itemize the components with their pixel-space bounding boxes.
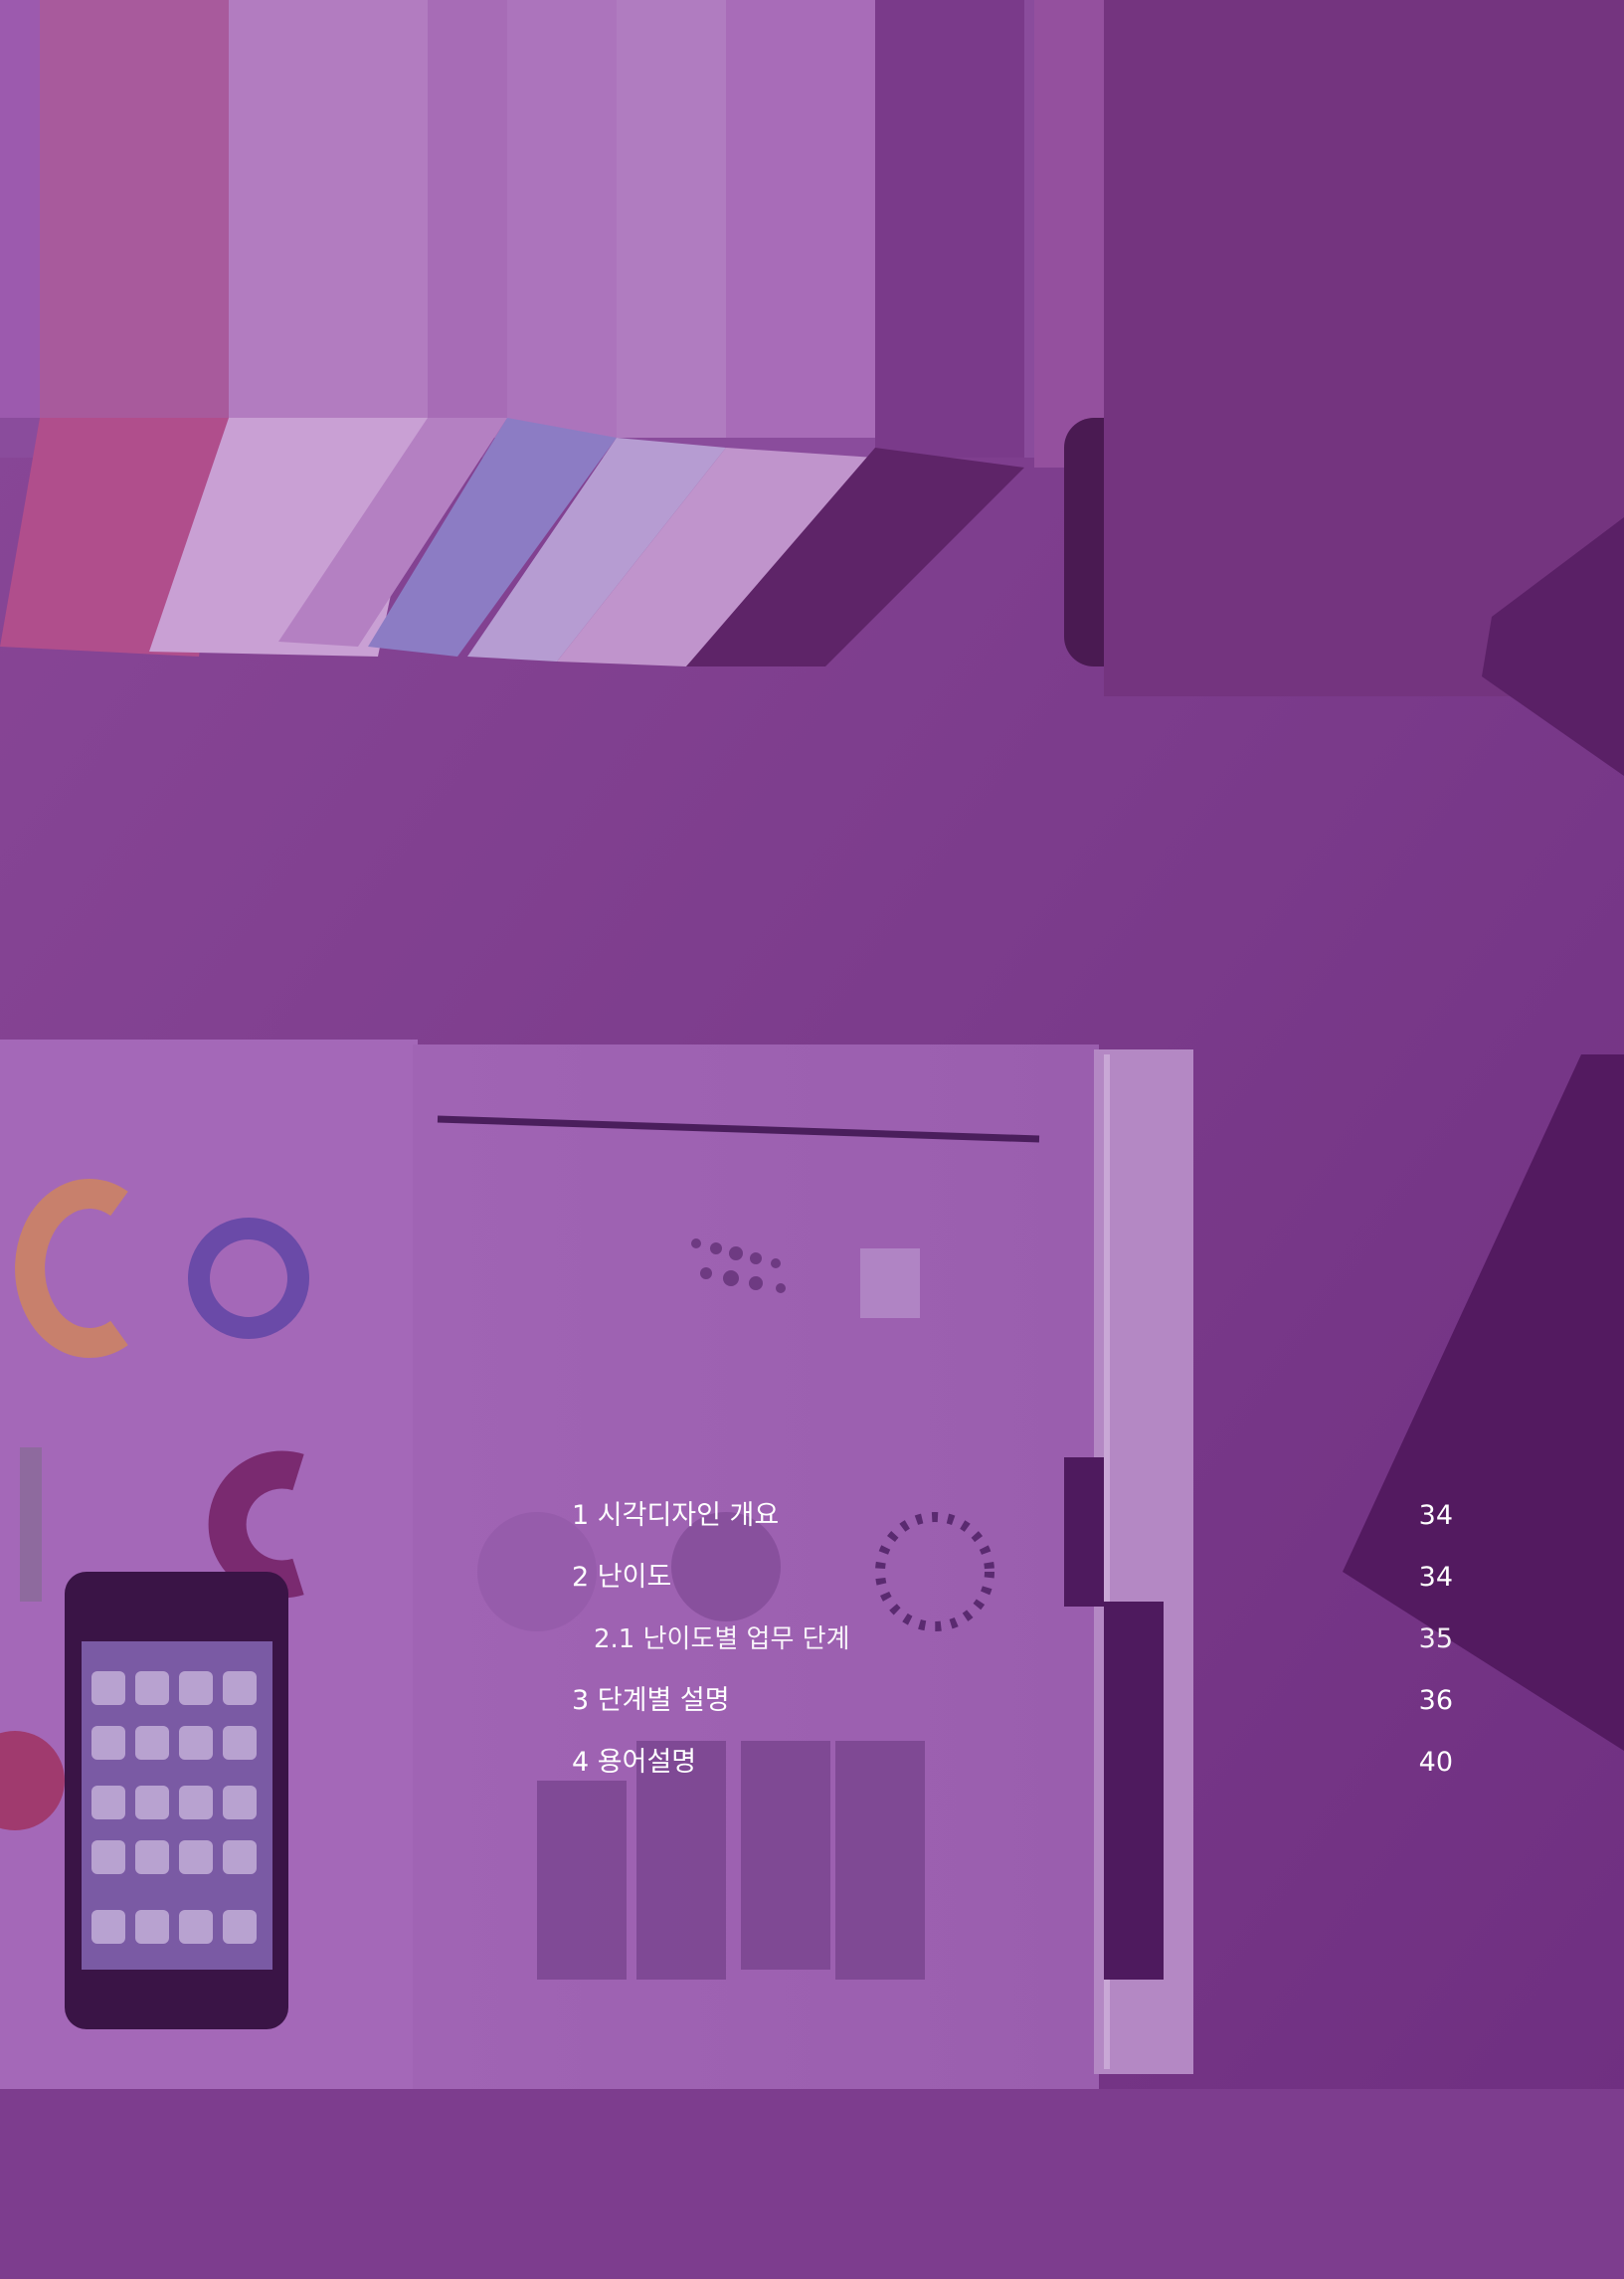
toc-item-page: 40	[1418, 1747, 1453, 1778]
toc-item-2[interactable]: 2 난이도 34	[572, 1554, 1453, 1615]
toc-item-4[interactable]: 4 용어설명 40	[572, 1739, 1453, 1801]
books-row	[0, 0, 1624, 696]
toc-item-page: 35	[1418, 1623, 1453, 1654]
toc-item-label: 2 난이도	[572, 1562, 672, 1593]
toc-item-page: 34	[1418, 1500, 1453, 1531]
toc-item-label: 3 단계별 설명	[572, 1685, 730, 1716]
toc-item-1[interactable]: 1 시각디자인 개요 34	[572, 1492, 1453, 1554]
toc-item-3[interactable]: 3 단계별 설명 36	[572, 1677, 1453, 1739]
toc-item-label: 4 용어설명	[572, 1747, 697, 1778]
toc-item-page: 36	[1418, 1685, 1453, 1716]
toc-item-page: 34	[1418, 1562, 1453, 1593]
toc-item-label: 1 시각디자인 개요	[572, 1500, 780, 1531]
table-of-contents: 1 시각디자인 개요 34 2 난이도 34 2.1 난이도별 업무 단계 35…	[572, 1492, 1453, 1801]
background-photo	[0, 0, 1624, 2279]
toc-item-label: 2.1 난이도별 업무 단계	[594, 1624, 850, 1654]
toc-item-2-1[interactable]: 2.1 난이도별 업무 단계 35	[572, 1615, 1453, 1677]
smartphone	[65, 1572, 288, 2029]
